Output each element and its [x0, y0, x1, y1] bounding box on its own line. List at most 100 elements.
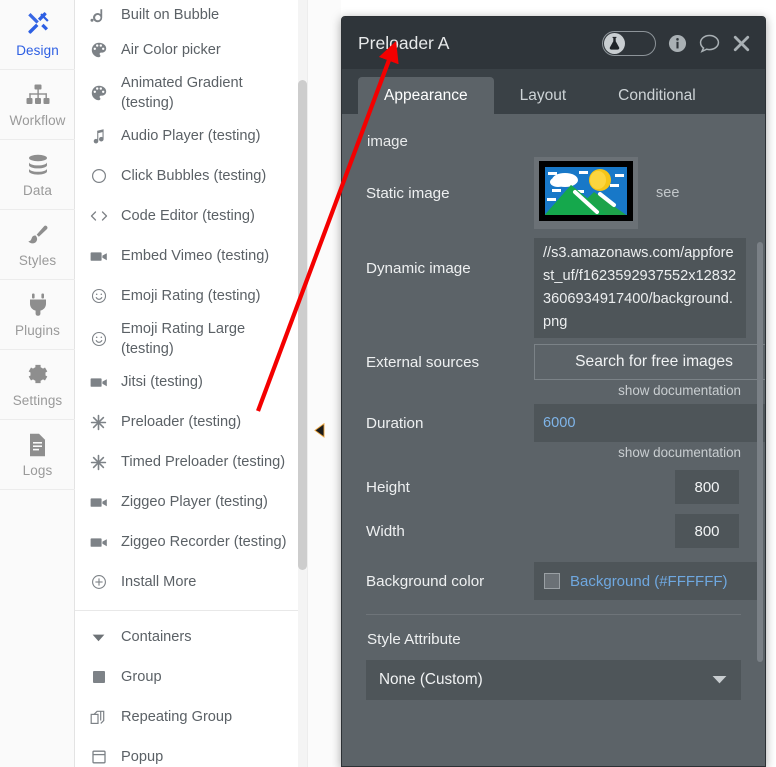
- rail-item-logs[interactable]: Logs: [0, 420, 75, 490]
- document-icon: [25, 432, 51, 458]
- style-attribute-label: Style Attribute: [367, 631, 741, 648]
- caret-down-icon: [712, 671, 727, 689]
- rail-item-design[interactable]: Design: [0, 0, 75, 70]
- background-color-value[interactable]: Background (#FFFFFF): [570, 573, 728, 590]
- duration-doc-link[interactable]: show documentation: [366, 445, 741, 460]
- appearance-tab-content: image Static image: [342, 114, 765, 767]
- element-palette-list[interactable]: Built on Bubble Air Color picker Animate…: [75, 0, 303, 767]
- palette-item-animated-gradient[interactable]: Animated Gradient (testing): [75, 70, 303, 116]
- tab-layout[interactable]: Layout: [494, 77, 593, 114]
- chevron-down-icon: [89, 628, 108, 647]
- palette-item-repeating-group[interactable]: Repeating Group: [75, 697, 303, 737]
- broken-image-icon: [538, 160, 634, 227]
- workflow-icon: [25, 82, 51, 108]
- collapse-panel-arrow[interactable]: [311, 421, 327, 439]
- palette-item-audio-player[interactable]: Audio Player (testing): [75, 116, 303, 156]
- palette-group-containers[interactable]: Containers: [75, 617, 303, 657]
- section-divider: [366, 614, 741, 615]
- palette-item-label: Embed Vimeo (testing): [121, 246, 269, 266]
- code-brackets-icon: [89, 207, 108, 226]
- palette-item-label: Code Editor (testing): [121, 206, 255, 226]
- palette-item-label: Preloader (testing): [121, 412, 241, 432]
- palette-item-preloader[interactable]: Preloader (testing): [75, 402, 303, 442]
- palette-item-label: Ziggeo Recorder (testing): [121, 532, 286, 552]
- experimental-toggle[interactable]: [602, 31, 656, 56]
- rail-item-plugins[interactable]: Plugins: [0, 280, 75, 350]
- rail-item-settings[interactable]: Settings: [0, 350, 75, 420]
- tab-appearance[interactable]: Appearance: [358, 77, 494, 114]
- video-camera-icon: [89, 373, 108, 392]
- rail-item-label: Data: [23, 183, 52, 198]
- plus-circle-icon: [89, 573, 108, 592]
- smiley-icon: [89, 330, 108, 349]
- tab-label: Conditional: [618, 87, 696, 105]
- color-swatch-icon: [544, 573, 560, 589]
- rail-item-label: Logs: [23, 463, 53, 478]
- height-label: Height: [366, 479, 534, 496]
- gear-icon: [25, 362, 51, 388]
- palette-item-code-editor[interactable]: Code Editor (testing): [75, 196, 303, 236]
- palette-item-group[interactable]: Group: [75, 657, 303, 697]
- rail-item-label: Plugins: [15, 323, 60, 338]
- style-attribute-select[interactable]: None (Custom): [366, 660, 741, 700]
- background-color-row: Background color Background (#FFFFFF): [366, 562, 741, 600]
- close-icon[interactable]: [732, 34, 751, 53]
- header-icon-group: [602, 31, 751, 56]
- static-image-preview[interactable]: [534, 157, 638, 229]
- rail-item-label: Styles: [19, 253, 56, 268]
- palette-item-embed-vimeo[interactable]: Embed Vimeo (testing): [75, 236, 303, 276]
- palette-item-emoji-rating[interactable]: Emoji Rating (testing): [75, 276, 303, 316]
- app-root: Design Workflow: [0, 0, 776, 767]
- palette-item-label: Ziggeo Player (testing): [121, 492, 268, 512]
- popup-icon: [89, 748, 108, 767]
- rail-item-workflow[interactable]: Workflow: [0, 70, 75, 140]
- palette-item-popup[interactable]: Popup: [75, 737, 303, 767]
- see-link[interactable]: see: [656, 185, 679, 201]
- search-free-images-button[interactable]: Search for free images: [534, 344, 765, 380]
- style-attribute-value: None (Custom): [379, 671, 483, 689]
- smiley-icon: [89, 287, 108, 306]
- rail-item-data[interactable]: Data: [0, 140, 75, 210]
- dynamic-image-input[interactable]: //s3.amazonaws.com/appforest_uf/f1623592…: [534, 238, 746, 338]
- palette-item-air-color-picker[interactable]: Air Color picker: [75, 30, 303, 70]
- palette-item-emoji-rating-large[interactable]: Emoji Rating Large (testing): [75, 316, 303, 362]
- duration-row: Duration 6000: [366, 404, 741, 442]
- asterisk-icon: [89, 453, 108, 472]
- panel-separator-column: [307, 0, 341, 767]
- palette-item-label: Group: [121, 667, 162, 687]
- duration-input[interactable]: 6000: [534, 404, 765, 442]
- width-label: Width: [366, 523, 534, 540]
- tab-conditional[interactable]: Conditional: [592, 77, 722, 114]
- editor-scrollbar-thumb[interactable]: [757, 242, 763, 662]
- palette-item-install-more[interactable]: Install More: [75, 562, 303, 602]
- palette-item-label: Jitsi (testing): [121, 372, 203, 392]
- design-icon: [25, 12, 51, 38]
- comment-icon[interactable]: [699, 34, 720, 53]
- palette-item-label: Timed Preloader (testing): [121, 452, 285, 472]
- duration-label: Duration: [366, 415, 534, 432]
- palette-item-built-on-bubble[interactable]: Built on Bubble: [75, 0, 303, 30]
- palette-item-label: Repeating Group: [121, 707, 232, 727]
- property-editor-header: Preloader A: [342, 17, 765, 69]
- palette-item-click-bubbles[interactable]: Click Bubbles (testing): [75, 156, 303, 196]
- palette-scrollbar-thumb[interactable]: [298, 80, 307, 570]
- background-color-control[interactable]: Background (#FFFFFF): [534, 562, 757, 600]
- palette-item-label: Install More: [121, 572, 196, 592]
- rail-item-label: Design: [16, 43, 59, 58]
- palette-item-ziggeo-recorder[interactable]: Ziggeo Recorder (testing): [75, 522, 303, 562]
- tab-label: Appearance: [384, 87, 468, 105]
- width-row: Width 800: [366, 514, 741, 548]
- palette-item-jitsi[interactable]: Jitsi (testing): [75, 362, 303, 402]
- width-input[interactable]: 800: [675, 514, 739, 548]
- external-sources-doc-link[interactable]: show documentation: [366, 383, 741, 398]
- palette-divider: [75, 610, 303, 611]
- palette-item-label: Popup: [121, 747, 163, 767]
- palette-item-label: Emoji Rating Large (testing): [121, 319, 271, 359]
- square-filled-icon: [89, 668, 108, 687]
- palette-item-timed-preloader[interactable]: Timed Preloader (testing): [75, 442, 303, 482]
- palette-item-ziggeo-player[interactable]: Ziggeo Player (testing): [75, 482, 303, 522]
- height-input[interactable]: 800: [675, 470, 739, 504]
- info-icon[interactable]: [668, 34, 687, 53]
- plug-icon: [25, 292, 51, 318]
- rail-item-styles[interactable]: Styles: [0, 210, 75, 280]
